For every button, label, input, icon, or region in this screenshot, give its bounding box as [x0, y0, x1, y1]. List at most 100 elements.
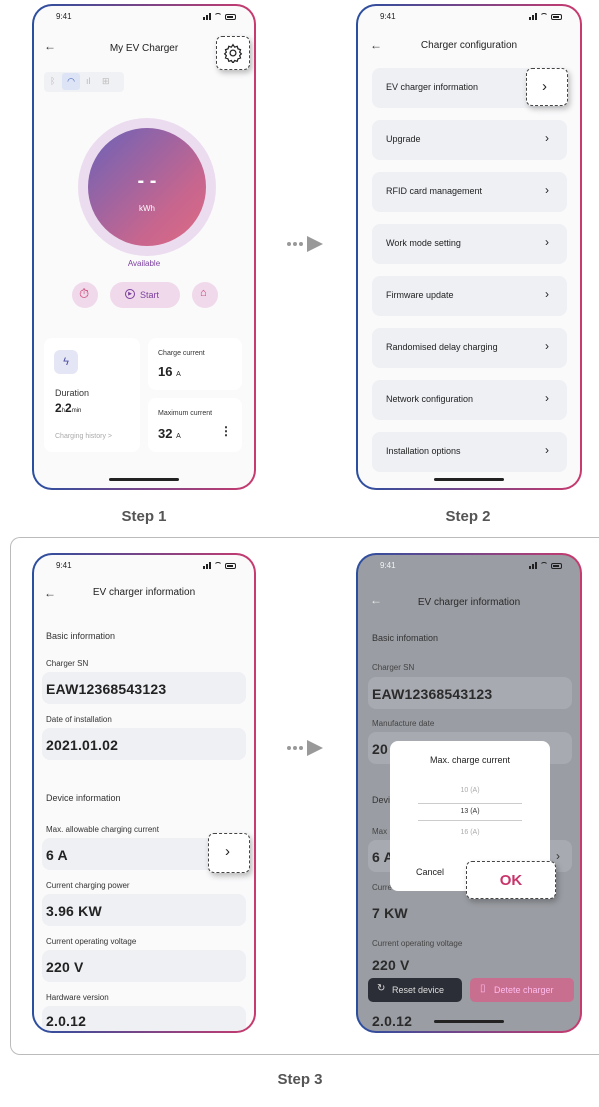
charge-current-value: 16 A: [158, 364, 181, 379]
operating-voltage-value: 220 V: [372, 957, 410, 973]
hardware-version-value: 2.0.12: [372, 1013, 413, 1029]
chevron-right-icon: ›: [545, 235, 549, 249]
home-indicator: [434, 1020, 504, 1023]
chevron-right-icon: ›: [545, 287, 549, 301]
max-allowable-current-label: Max. allowable charging current: [46, 825, 159, 834]
max-current-value: 32 A: [158, 426, 181, 441]
battery-icon: [551, 562, 562, 569]
cellular-icon[interactable]: ıl: [86, 76, 91, 86]
energy-ring: - - kWh: [78, 118, 216, 256]
gear-icon: [223, 43, 243, 63]
page-title: Charger configuration: [420, 40, 518, 51]
page-title: EV charger information: [417, 597, 521, 608]
step-arrow-2: [287, 740, 323, 756]
picker-option[interactable]: 16 (A): [390, 829, 550, 836]
max-allowable-current-value: 6 A: [46, 847, 68, 863]
duration-card: ϟ Duration 2h2min Charging history >: [44, 338, 140, 452]
max-current-card: Maximum current 32 A ⋮: [148, 398, 242, 452]
bluetooth-icon[interactable]: ᛒ: [50, 76, 55, 86]
status-bar: 9:41: [48, 561, 240, 573]
ok-button[interactable]: OK: [466, 861, 556, 899]
chevron-right-icon: ›: [545, 339, 549, 353]
status-bar: 9:41: [372, 12, 566, 24]
trash-icon: ▯: [480, 983, 486, 994]
chevron-right-icon: ›: [545, 391, 549, 405]
ok-label: OK: [499, 872, 523, 889]
duration-label: Duration: [55, 388, 90, 398]
menu-item-network-configuration[interactable]: Network configuration ›: [372, 380, 567, 420]
manufacture-date-value: 20: [372, 741, 388, 757]
charging-power-value: 7 KW: [372, 905, 408, 921]
step-1-label: Step 1: [121, 508, 167, 525]
charger-sn-value: EAW12368543123: [46, 681, 167, 697]
battery-icon: [225, 13, 236, 20]
duration-value: 2h2min: [55, 401, 82, 415]
status-time: 9:41: [380, 12, 396, 21]
ethernet-icon[interactable]: ⊞: [102, 76, 110, 87]
chevron-right-icon: ›: [542, 78, 547, 95]
unlock-button[interactable]: ⌂: [192, 282, 218, 308]
section-basic-information: Basic information: [46, 631, 116, 641]
section-device-information: Devi: [372, 795, 391, 805]
menu-item-work-mode-setting[interactable]: Work mode setting ›: [372, 224, 567, 264]
reset-device-button[interactable]: ↻ Reset device: [368, 978, 462, 1002]
hardware-version-label: Hardware version: [46, 993, 109, 1002]
ev-charger-info-chevron-button[interactable]: ›: [526, 68, 568, 106]
chevron-right-icon: ›: [225, 843, 230, 860]
unlock-icon: ⌂: [200, 287, 207, 299]
status-time: 9:41: [56, 561, 72, 570]
charging-history-link[interactable]: Charging history >: [55, 433, 112, 440]
delete-charger-label: Detete charger: [494, 985, 554, 995]
more-icon[interactable]: ⋮: [220, 424, 232, 438]
settings-button[interactable]: [216, 36, 250, 70]
installation-date-label: Date of installation: [46, 715, 112, 724]
menu-item-upgrade[interactable]: Upgrade ›: [372, 120, 567, 160]
section-device-information: Device information: [46, 793, 121, 803]
max-current-label: Max: [372, 827, 388, 836]
step-arrow-1: [287, 236, 323, 252]
play-icon: ▶: [125, 289, 135, 299]
delete-charger-button[interactable]: ▯ Detete charger: [470, 978, 574, 1002]
picker-option-selected[interactable]: 13 (A): [390, 808, 550, 815]
operating-voltage-label: Current operating voltage: [372, 939, 463, 948]
status-time: 9:41: [380, 561, 396, 570]
menu-item-firmware-update[interactable]: Firmware update ›: [372, 276, 567, 316]
step-3-label: Step 3: [277, 1071, 323, 1088]
lightning-icon: ϟ: [54, 350, 78, 374]
max-current-chevron-button[interactable]: ›: [208, 833, 250, 873]
operating-voltage-label: Current operating voltage: [46, 937, 137, 946]
menu-item-randomised-delay-charging[interactable]: Randomised delay charging ›: [372, 328, 567, 368]
timer-icon: ⏱: [79, 286, 90, 301]
refresh-icon: ↻: [377, 983, 386, 994]
hardware-version-value: 2.0.12: [46, 1013, 87, 1029]
screen-max-charge-current-dialog: 9:41 ← EV charger information Basic info…: [356, 553, 582, 1033]
charger-sn-label: Charger SN: [372, 663, 415, 672]
chevron-right-icon: ›: [556, 849, 560, 863]
screen-charger-configuration: 9:41 ← Charger configuration EV charger …: [356, 4, 582, 490]
start-button[interactable]: ▶ Start: [110, 282, 180, 308]
energy-unit: kWh: [139, 204, 155, 213]
charge-current-card: Charge current 16 A: [148, 338, 242, 390]
home-indicator: [109, 478, 179, 481]
wifi-icon[interactable]: ◠: [62, 73, 80, 90]
cancel-button[interactable]: Cancel: [416, 867, 444, 877]
picker-option[interactable]: 10 (A): [390, 787, 550, 794]
energy-value: - -: [137, 170, 157, 192]
charger-sn-value: EAW12368543123: [372, 686, 493, 702]
connectivity-icons: ᛒ ◠ ıl ⊞: [44, 72, 124, 92]
status-bar: 9:41: [372, 561, 566, 573]
menu-item-installation-options[interactable]: Installation options ›: [372, 432, 567, 472]
section-basic-information: Basic infomation: [372, 633, 439, 643]
energy-gauge: - - kWh: [88, 128, 206, 246]
installation-date-value: 2021.01.02: [46, 737, 119, 753]
charging-power-value: 3.96 KW: [46, 903, 102, 919]
timer-button[interactable]: ⏱: [72, 282, 98, 308]
screen-ev-charger-information: 9:41 ← EV charger information Basic info…: [32, 553, 256, 1033]
charger-sn-label: Charger SN: [46, 659, 89, 668]
screen-my-ev-charger: 9:41 ← My EV Charger ᛒ ◠ ıl ⊞ - - kWh Av…: [32, 4, 256, 490]
reset-device-label: Reset device: [392, 985, 445, 995]
menu-item-rfid-card-management[interactable]: RFID card management ›: [372, 172, 567, 212]
start-label: Start: [140, 290, 160, 300]
chevron-right-icon: ›: [545, 131, 549, 145]
manufacture-date-label: Manufacture date: [372, 719, 435, 728]
